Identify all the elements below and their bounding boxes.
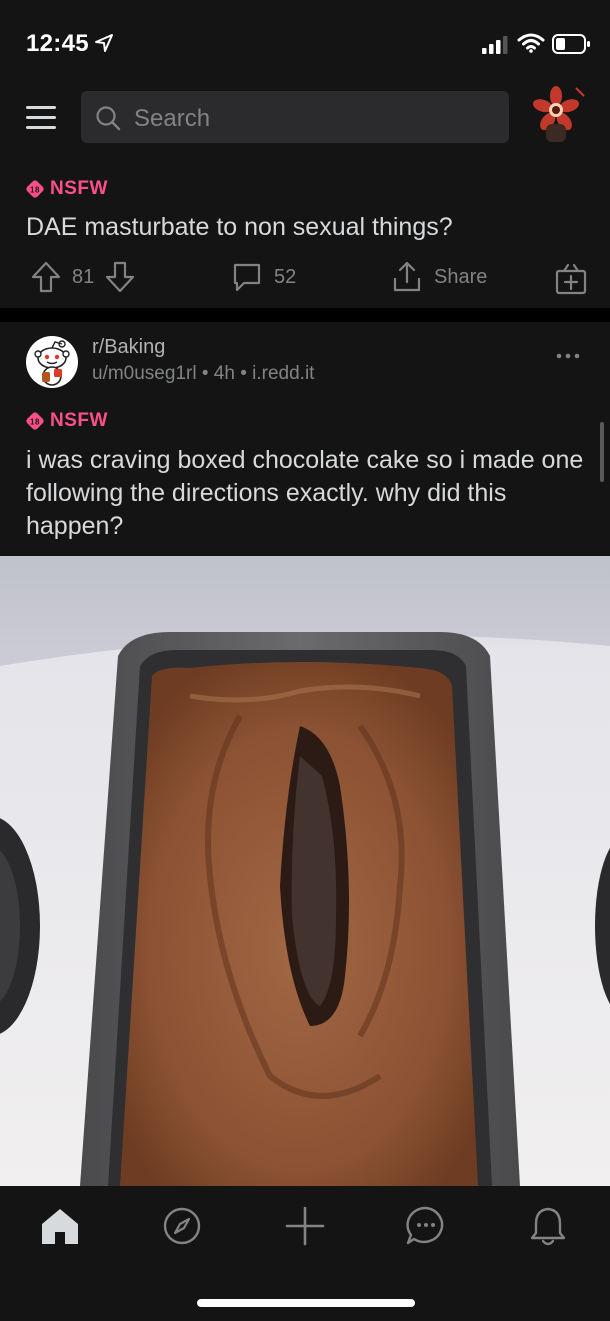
cellular-signal-icon — [482, 36, 508, 54]
downvote-icon[interactable] — [104, 260, 136, 294]
search-bar[interactable]: Search — [81, 91, 509, 143]
bottom-tab-bar — [0, 1186, 610, 1321]
search-icon — [96, 106, 121, 131]
chat-icon[interactable] — [404, 1204, 448, 1248]
award-gift-icon[interactable] — [554, 262, 588, 296]
home-icon[interactable] — [38, 1204, 82, 1248]
author-link[interactable]: u/m0useg1rl — [92, 363, 197, 384]
share-label: Share — [434, 265, 488, 288]
svg-text:18: 18 — [30, 418, 40, 427]
wifi-icon — [517, 33, 545, 53]
top-header: Search — [0, 80, 610, 160]
feed-post[interactable]: 18 NSFW DAE masturbate to non sexual thi… — [0, 160, 610, 308]
post-domain[interactable]: i.redd.it — [252, 363, 314, 384]
comments-button[interactable]: 52 — [230, 260, 296, 294]
nsfw-18-badge-icon: 18 — [26, 412, 44, 430]
nsfw-label: NSFW — [50, 410, 108, 431]
more-options-icon[interactable] — [556, 352, 580, 360]
post-image[interactable] — [0, 556, 610, 1186]
upvote-icon[interactable] — [30, 260, 62, 294]
scroll-indicator — [600, 422, 604, 482]
share-button[interactable]: Share — [390, 260, 487, 294]
status-bar: 12:45 — [0, 0, 610, 80]
compass-icon[interactable] — [160, 1204, 204, 1248]
post-actions: 81 52 Share — [0, 256, 610, 302]
post-title[interactable]: i was craving boxed chocolate cake so i … — [26, 444, 586, 543]
post-divider — [0, 308, 610, 322]
user-avatar[interactable] — [526, 84, 586, 144]
vote-count: 81 — [72, 265, 95, 288]
subreddit-avatar[interactable] — [26, 336, 78, 388]
location-arrow-icon — [95, 34, 113, 52]
nsfw-tag: 18 NSFW — [26, 178, 108, 200]
reddit-snoo-icon — [34, 340, 70, 386]
share-icon — [393, 261, 421, 292]
search-placeholder: Search — [134, 105, 211, 132]
post-title[interactable]: DAE masturbate to non sexual things? — [26, 211, 586, 244]
nsfw-18-badge-icon: 18 — [26, 180, 44, 198]
battery-icon — [552, 34, 590, 54]
menu-button[interactable] — [26, 104, 56, 130]
status-time: 12:45 — [26, 30, 89, 57]
meta-separator: • — [201, 363, 214, 384]
nsfw-tag: 18 NSFW — [26, 410, 108, 432]
post-meta: u/m0useg1rl • 4h • i.redd.it — [92, 363, 314, 385]
svg-text:18: 18 — [30, 186, 40, 195]
plus-icon[interactable] — [283, 1204, 327, 1248]
vote-controls: 81 — [30, 260, 136, 294]
subreddit-name[interactable]: r/Baking — [92, 336, 165, 359]
home-indicator[interactable] — [197, 1299, 415, 1307]
meta-separator: • — [240, 363, 253, 384]
feed-post[interactable]: r/Baking u/m0useg1rl • 4h • i.redd.it 18… — [0, 322, 610, 1321]
bell-icon[interactable] — [526, 1204, 570, 1248]
comment-icon — [233, 263, 261, 292]
post-age: 4h — [213, 363, 235, 384]
nsfw-label: NSFW — [50, 178, 108, 199]
comment-count: 52 — [274, 265, 297, 288]
